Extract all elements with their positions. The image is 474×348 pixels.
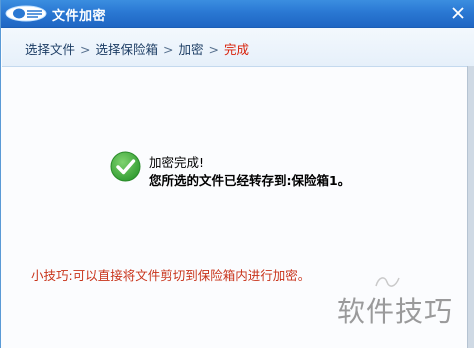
breadcrumb-separator: > [163,42,174,57]
app-logo-icon [5,5,47,22]
close-icon [452,7,464,19]
step-encrypt: 加密 [178,42,204,57]
title-bar[interactable]: 文件加密 [1,0,474,28]
scrollbar[interactable] [467,66,474,348]
breadcrumb: 选择文件 > 选择保险箱 > 加密 > 完成 [25,39,249,58]
step-complete: 完成 [224,42,250,57]
wizard-steps-bar: 选择文件 > 选择保险箱 > 加密 > 完成 [2,28,474,67]
breadcrumb-separator: > [80,42,91,57]
status-message: 加密完成! [149,155,205,170]
tip-text: 小技巧:可以直接将文件剪切到保险箱内进行加密。 [31,268,311,283]
step-select-file: 选择文件 [25,42,76,57]
close-button[interactable] [447,3,469,23]
window-title: 文件加密 [52,9,107,24]
file-encrypt-window: 文件加密 选择文件 > 选择保险箱 > 加密 > 完成 加密完成! 您所选的文件已经转存到:… [0,0,474,348]
breadcrumb-separator: > [208,42,219,57]
result-detail: 您所选的文件已经转存到:保险箱1。 [149,173,351,188]
watermark-swirl-icon [373,272,403,292]
step-select-vault: 选择保险箱 [95,42,159,57]
success-check-icon [110,151,141,182]
watermark: 软件技巧 [337,295,454,328]
